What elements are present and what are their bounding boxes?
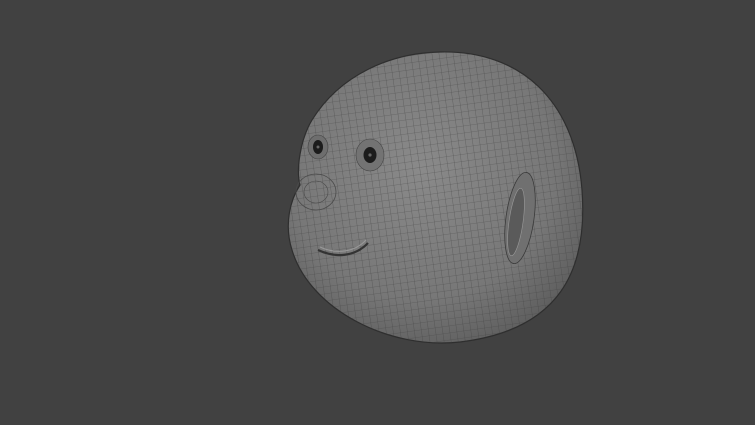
viewport-canvas[interactable] bbox=[0, 0, 755, 425]
eye-left bbox=[307, 134, 329, 160]
eye-right bbox=[355, 138, 385, 172]
3d-viewport[interactable] bbox=[0, 0, 755, 425]
head-mesh[interactable] bbox=[280, 40, 600, 360]
